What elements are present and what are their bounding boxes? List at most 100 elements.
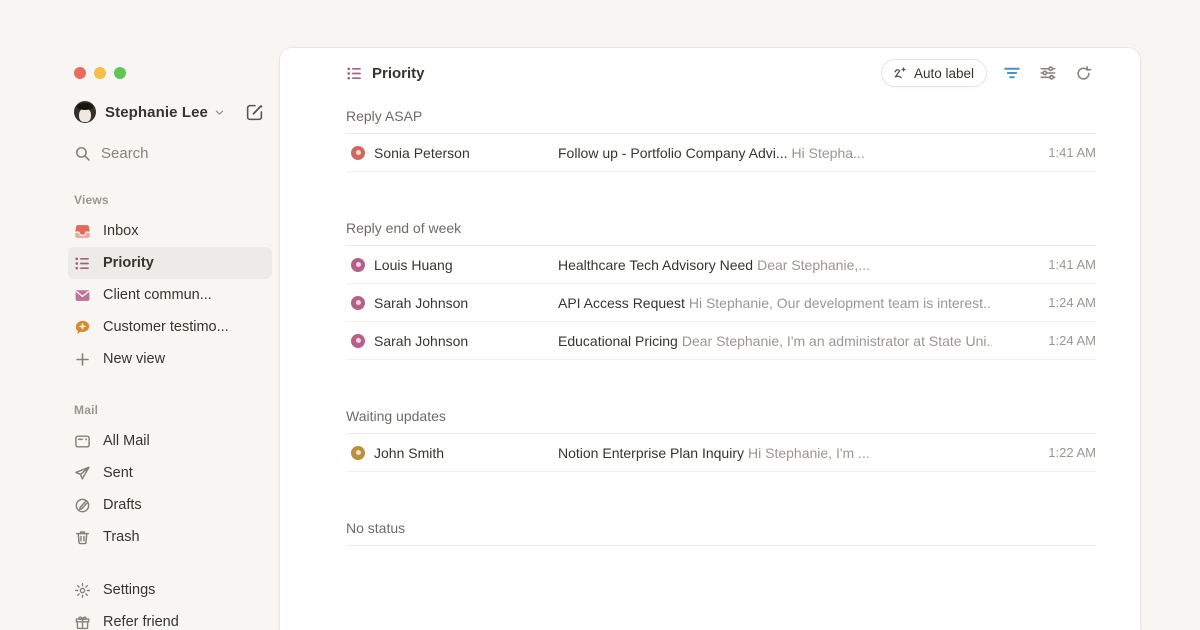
panel-header: Priority Auto label: [280, 48, 1140, 98]
sidebar-item[interactable]: Trash: [68, 521, 272, 553]
sidebar-item[interactable]: Drafts: [68, 489, 272, 521]
group-header: Reply end of week: [346, 210, 1096, 246]
sidebar-item[interactable]: Customer testimo...: [68, 311, 272, 343]
sidebar-item-label: Customer testimo...: [103, 319, 229, 335]
page-title: Priority: [372, 65, 425, 82]
auto-label-wand-icon: [892, 66, 907, 81]
sidebar-item-icon: [74, 497, 91, 514]
email-row[interactable]: Sarah Johnson Educational PricingDear St…: [346, 322, 1096, 360]
email-preview: Hi Stephanie, Our development team is in…: [689, 295, 992, 311]
email-time: 1:24 AM: [1010, 295, 1096, 310]
email-text: Educational PricingDear Stephanie, I'm a…: [558, 333, 992, 349]
email-group: Waiting updates John Smith Notion Enterp…: [346, 398, 1096, 472]
sender-status-dot: [351, 446, 365, 460]
sidebar-item[interactable]: Client commun... 3: [68, 279, 272, 311]
search-icon: [74, 145, 91, 162]
sidebar-footer-icon: [74, 614, 91, 630]
sender-status-dot: [351, 146, 365, 160]
sidebar-item-icon: [74, 223, 91, 240]
sidebar-item-icon: [74, 433, 91, 450]
user-name: Stephanie Lee: [105, 104, 208, 121]
email-preview: Hi Stepha...: [792, 145, 865, 161]
sender-status-dot: [351, 334, 365, 348]
sidebar-item-label: Drafts: [103, 497, 142, 513]
email-sender: Sarah Johnson: [374, 333, 558, 349]
chevron-down-icon: [214, 107, 225, 118]
sidebar-item[interactable]: Inbox: [68, 215, 272, 247]
window-control-dot[interactable]: [94, 67, 106, 79]
email-text: Healthcare Tech Advisory NeedDear Stepha…: [558, 257, 992, 273]
sidebar-item-label: Trash: [103, 529, 140, 545]
email-row[interactable]: Louis Huang Healthcare Tech Advisory Nee…: [346, 246, 1096, 284]
group-header: Waiting updates: [346, 398, 1096, 434]
sidebar-footer-label: Settings: [103, 582, 155, 598]
group-label: Reply end of week: [346, 220, 461, 236]
account-switcher[interactable]: Stephanie Lee: [74, 99, 266, 125]
email-subject: Educational Pricing: [558, 333, 678, 349]
email-row[interactable]: John Smith Notion Enterprise Plan Inquir…: [346, 434, 1096, 472]
sidebar-item-icon: [74, 529, 91, 546]
email-subject: Notion Enterprise Plan Inquiry: [558, 445, 744, 461]
refresh-icon[interactable]: [1073, 63, 1094, 84]
auto-label-button[interactable]: Auto label: [881, 59, 987, 87]
group-label: No status: [346, 520, 405, 536]
sidebar-item[interactable]: All Mail: [68, 425, 272, 457]
email-subject: API Access Request: [558, 295, 685, 311]
sidebar-item[interactable]: Sent: [68, 457, 272, 489]
email-group: Reply end of week Louis Huang Healthcare…: [346, 210, 1096, 360]
sidebar-section-label: Mail: [74, 403, 272, 419]
email-time: 1:41 AM: [1010, 145, 1096, 160]
email-text: Follow up - Portfolio Company Advi...Hi …: [558, 145, 992, 161]
sidebar-footer-item[interactable]: Refer friend: [68, 606, 272, 630]
filter-icon[interactable]: [1001, 62, 1023, 84]
sidebar-section: Mail All Mail Sent: [74, 403, 272, 553]
email-text: Notion Enterprise Plan InquiryHi Stephan…: [558, 445, 992, 461]
sidebar-item-icon: [74, 351, 91, 368]
group-label: Waiting updates: [346, 408, 446, 424]
sidebar-section-label: Views: [74, 193, 272, 209]
sidebar-footer: Settings Refer friend: [74, 574, 272, 630]
search-placeholder: Search: [101, 145, 149, 162]
email-group: No status: [346, 510, 1096, 546]
email-time: 1:41 AM: [1010, 257, 1096, 272]
sidebar-item-icon: [74, 255, 91, 272]
email-subject: Follow up - Portfolio Company Advi...: [558, 145, 788, 161]
sender-status-dot: [351, 296, 365, 310]
email-preview: Hi Stephanie, I'm ...: [748, 445, 870, 461]
sidebar-item-label: Priority: [103, 255, 154, 271]
compose-button[interactable]: [243, 101, 266, 124]
group-header: No status: [346, 510, 1096, 546]
search-input[interactable]: Search: [74, 141, 272, 165]
sidebar-footer-icon: [74, 582, 91, 599]
email-sender: Sonia Peterson: [374, 145, 558, 161]
sidebar-item-label: New view: [103, 351, 165, 367]
email-text: API Access RequestHi Stephanie, Our deve…: [558, 295, 992, 311]
user-avatar: [74, 101, 96, 123]
sidebar-item-label: Client commun...: [103, 287, 212, 303]
sidebar-item[interactable]: New view: [68, 343, 272, 375]
sidebar-section: Views Inbox Priority 48: [74, 193, 272, 375]
sidebar-item-icon: [74, 319, 91, 336]
email-time: 1:22 AM: [1010, 445, 1096, 460]
sidebar-item-label: Sent: [103, 465, 133, 481]
email-sender: Louis Huang: [374, 257, 558, 273]
sidebar-item-icon: [74, 287, 91, 304]
email-subject: Healthcare Tech Advisory Need: [558, 257, 753, 273]
sidebar-item[interactable]: Priority 48: [68, 247, 272, 279]
email-row[interactable]: Sarah Johnson API Access RequestHi Steph…: [346, 284, 1096, 322]
window-control-dot[interactable]: [114, 67, 126, 79]
priority-list-icon: [346, 65, 363, 82]
group-header: Reply ASAP: [346, 98, 1096, 134]
display-settings-icon[interactable]: [1037, 62, 1059, 84]
sidebar-item-icon: [74, 465, 91, 482]
mail-list-panel: Priority Auto label: [280, 48, 1140, 630]
sidebar-item-label: Inbox: [103, 223, 138, 239]
email-preview: Dear Stephanie,...: [757, 257, 870, 273]
window-control-dot[interactable]: [74, 67, 86, 79]
email-sender: Sarah Johnson: [374, 295, 558, 311]
email-row[interactable]: Sonia Peterson Follow up - Portfolio Com…: [346, 134, 1096, 172]
sidebar-item-label: All Mail: [103, 433, 150, 449]
auto-label-text: Auto label: [914, 66, 974, 81]
sidebar-footer-item[interactable]: Settings: [68, 574, 272, 606]
sidebar-footer-label: Refer friend: [103, 614, 179, 630]
